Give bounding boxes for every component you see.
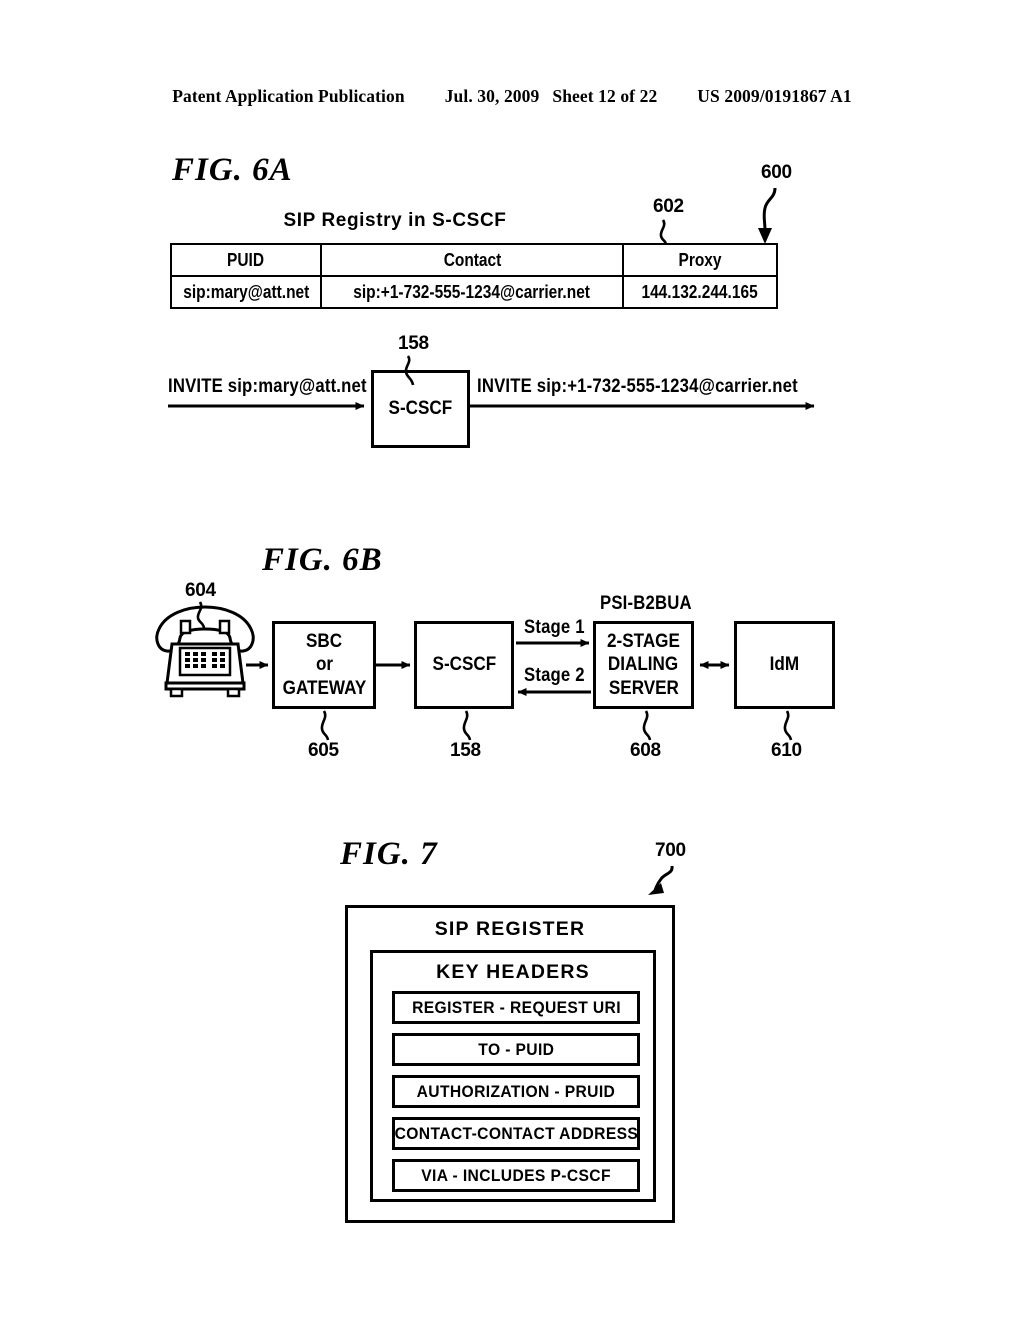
stage-1-label: Stage 1 bbox=[524, 617, 585, 638]
leader-700 bbox=[648, 865, 674, 895]
key-header-row: TO - PUID bbox=[392, 1033, 640, 1066]
reference-numeral-605: 605 bbox=[308, 740, 339, 761]
leader-600 bbox=[758, 187, 777, 244]
table-header-row: PUID Contact Proxy bbox=[170, 243, 778, 277]
table-cell-puid: sip:mary@att.net bbox=[170, 275, 322, 309]
leader-604 bbox=[196, 601, 206, 629]
page-header: Patent Application Publication Jul. 30, … bbox=[0, 86, 1024, 110]
sip-register-title: SIP REGISTER bbox=[434, 918, 586, 940]
table-row: sip:mary@att.net sip:+1-732-555-1234@car… bbox=[170, 275, 778, 309]
key-header-row: VIA - INCLUDES P-CSCF bbox=[392, 1159, 640, 1192]
node-2-stage-dialing-server: 2-STAGE DIALING SERVER bbox=[593, 621, 694, 709]
sip-register-outer-box: SIP REGISTER KEY HEADERS REGISTER - REQU… bbox=[345, 905, 675, 1223]
reference-numeral-608: 608 bbox=[630, 740, 661, 761]
fig6a-table-caption: SIP Registry in S-CSCF bbox=[283, 210, 507, 231]
reference-numeral-158-fig6b: 158 bbox=[450, 740, 481, 761]
table-header-contact: Contact bbox=[320, 243, 624, 277]
leader-158-fig6b bbox=[462, 710, 472, 741]
header-publication: Patent Application Publication bbox=[172, 86, 405, 106]
key-header-row: REGISTER - REQUEST URI bbox=[392, 991, 640, 1024]
leader-608 bbox=[642, 710, 652, 741]
header-patent-number: US 2009/0191867 A1 bbox=[697, 86, 852, 106]
reference-numeral-700: 700 bbox=[655, 840, 686, 861]
node-idm: IdM bbox=[734, 621, 835, 709]
stage-2-label: Stage 2 bbox=[524, 665, 585, 686]
table-header-proxy: Proxy bbox=[622, 243, 778, 277]
key-headers-box: KEY HEADERS REGISTER - REQUEST URI TO - … bbox=[370, 950, 656, 1202]
reference-numeral-158-fig6a: 158 bbox=[398, 333, 429, 354]
figure-title-6a: FIG. 6A bbox=[172, 152, 293, 188]
table-cell-contact: sip:+1-732-555-1234@carrier.net bbox=[320, 275, 624, 309]
key-header-row: AUTHORIZATION - PRUID bbox=[392, 1075, 640, 1108]
invite-in-label: INVITE sip:mary@att.net bbox=[168, 376, 367, 397]
key-headers-list: REGISTER - REQUEST URI TO - PUID AUTHORI… bbox=[392, 991, 640, 1201]
leader-602 bbox=[659, 219, 668, 246]
leader-610 bbox=[783, 710, 793, 741]
telephone-icon bbox=[155, 605, 255, 698]
table-cell-proxy: 144.132.244.165 bbox=[622, 275, 778, 309]
node-s-cscf-fig6b: S-CSCF bbox=[414, 621, 514, 709]
node-s-cscf-fig6a: S-CSCF bbox=[371, 370, 470, 448]
reference-numeral-604: 604 bbox=[185, 580, 216, 601]
reference-numeral-610: 610 bbox=[771, 740, 802, 761]
figure-title-7: FIG. 7 bbox=[340, 836, 438, 872]
key-header-row: CONTACT-CONTACT ADDRESS bbox=[392, 1117, 640, 1150]
figure-title-6b: FIG. 6B bbox=[262, 542, 383, 578]
sip-registry-table: PUID Contact Proxy sip:mary@att.net sip:… bbox=[170, 243, 778, 309]
psi-b2bua-label: PSI-B2BUA bbox=[600, 593, 692, 614]
header-sheet: Sheet 12 of 22 bbox=[552, 86, 658, 106]
header-date: Jul. 30, 2009 bbox=[444, 86, 540, 106]
table-header-puid: PUID bbox=[170, 243, 322, 277]
reference-numeral-600: 600 bbox=[761, 162, 792, 183]
key-headers-title: KEY HEADERS bbox=[436, 961, 590, 983]
leader-605 bbox=[320, 710, 330, 741]
node-sbc-gateway: SBC or GATEWAY bbox=[272, 621, 376, 709]
reference-numeral-602: 602 bbox=[653, 196, 684, 217]
invite-out-label: INVITE sip:+1-732-555-1234@carrier.net bbox=[477, 376, 798, 397]
